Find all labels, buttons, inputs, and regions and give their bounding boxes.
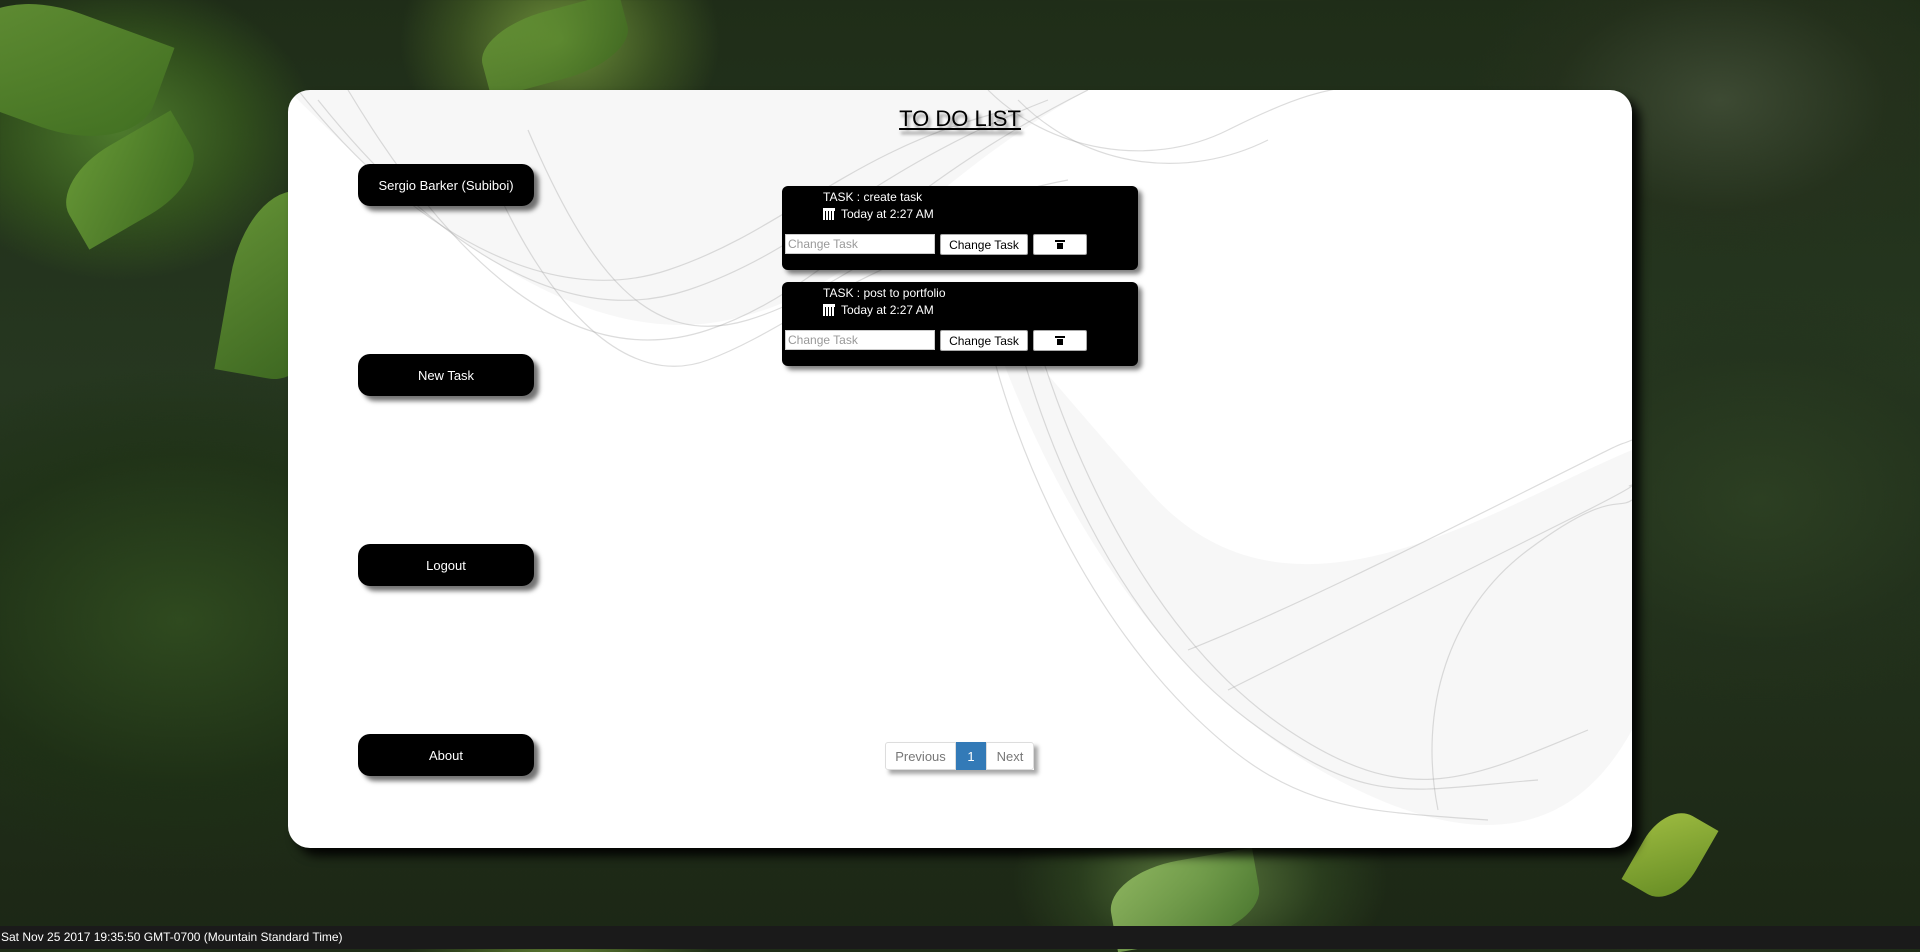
new-task-button[interactable]: New Task <box>358 354 534 396</box>
previous-page-button[interactable]: Previous <box>885 742 956 770</box>
change-task-input[interactable] <box>785 330 935 350</box>
calendar-icon <box>823 304 835 316</box>
change-task-button[interactable]: Change Task <box>940 234 1028 255</box>
calendar-icon <box>823 208 835 220</box>
task-name: TASK : post to portfolio <box>823 286 946 300</box>
page-1-button[interactable]: 1 <box>956 742 986 770</box>
task-card: TASK : post to portfolio Today at 2:27 A… <box>782 282 1138 366</box>
task-name: TASK : create task <box>823 190 923 204</box>
logout-button[interactable]: Logout <box>358 544 534 586</box>
pagination: Previous 1 Next <box>885 742 1034 770</box>
next-page-button[interactable]: Next <box>986 742 1034 770</box>
change-task-input[interactable] <box>785 234 935 254</box>
change-task-button[interactable]: Change Task <box>940 330 1028 351</box>
todo-panel: TO DO LIST Sergio Barker (Subiboi) New T… <box>288 90 1632 848</box>
task-date: Today at 2:27 AM <box>823 207 934 221</box>
task-date-text: Today at 2:27 AM <box>841 303 934 317</box>
page-title: TO DO LIST <box>899 106 1021 131</box>
delete-task-button[interactable] <box>1033 234 1087 255</box>
task-date: Today at 2:27 AM <box>823 303 934 317</box>
user-profile-button[interactable]: Sergio Barker (Subiboi) <box>358 164 534 206</box>
task-card: TASK : create task Today at 2:27 AM Chan… <box>782 186 1138 270</box>
trash-icon <box>1055 336 1065 345</box>
task-date-text: Today at 2:27 AM <box>841 207 934 221</box>
about-button[interactable]: About <box>358 734 534 776</box>
trash-icon <box>1055 240 1065 249</box>
status-bar: Sat Nov 25 2017 19:35:50 GMT-0700 (Mount… <box>0 926 1920 949</box>
delete-task-button[interactable] <box>1033 330 1087 351</box>
